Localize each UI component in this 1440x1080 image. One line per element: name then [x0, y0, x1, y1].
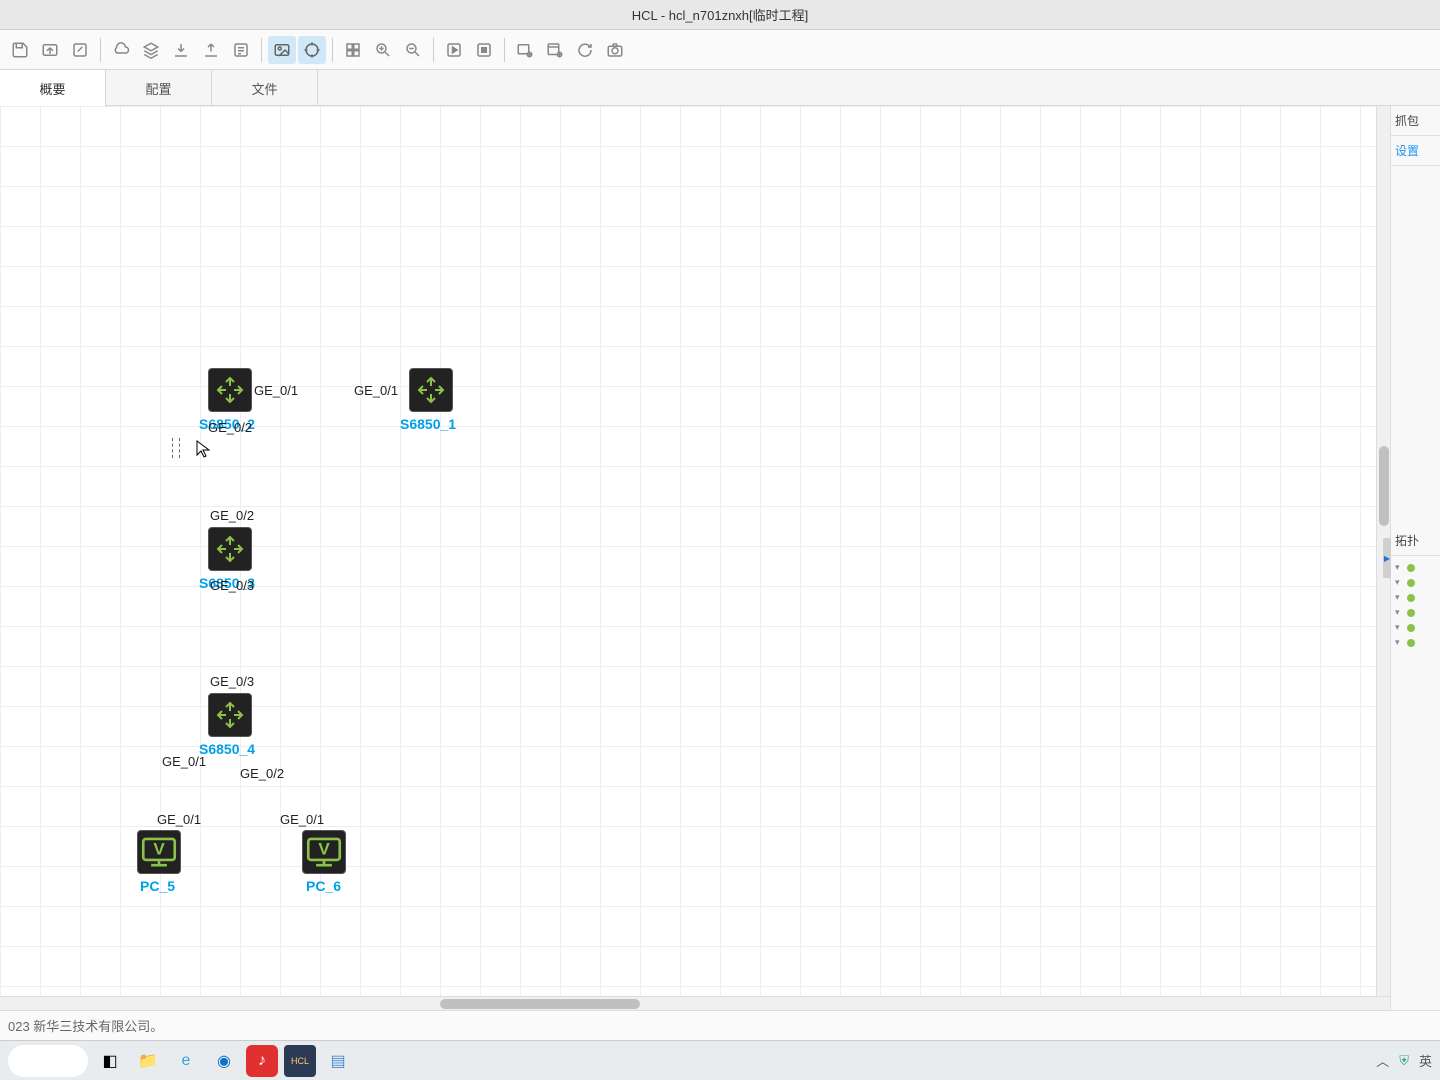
topology-canvas[interactable]: S6850_2 S6850_1 S6850_3 S6850_4 V PC_5 V… [0, 106, 1390, 1010]
port-label: GE_0/1 [162, 754, 206, 769]
horizontal-scrollbar[interactable] [0, 996, 1390, 1010]
switch-s6850-2[interactable] [208, 368, 252, 412]
port-label: GE_0/2 [208, 420, 252, 435]
switch-s6850-4[interactable] [208, 693, 252, 737]
refresh-icon[interactable] [571, 36, 599, 64]
port-label: GE_0/1 [280, 812, 324, 827]
window-title: HCL - hcl_n701znxh[临时工程] [632, 5, 809, 24]
add-panel-icon[interactable] [541, 36, 569, 64]
tree-item[interactable]: ▾ [1395, 620, 1436, 635]
tab-config[interactable]: 配置 [106, 70, 212, 106]
separator [261, 38, 262, 62]
scrollbar-thumb[interactable] [1379, 446, 1389, 526]
side-panel: 抓包 设置 拓扑 ▾ ▾ ▾ ▾ ▾ ▾ [1390, 106, 1440, 1010]
ime-indicator[interactable]: 英 [1419, 1051, 1432, 1070]
taskbar: ◧ 📁 e ◉ ♪ HCL ▤ ︿ ⛨ 英 [0, 1040, 1440, 1080]
export-icon[interactable] [36, 36, 64, 64]
notepad-icon[interactable]: ▤ [322, 1045, 354, 1077]
port-label: GE_0/3 [210, 578, 254, 593]
device-label: S6850_4 [199, 741, 255, 757]
taskview-icon[interactable]: ◧ [94, 1045, 126, 1077]
copyright-text: 023 新华三技术有限公司。 [8, 1016, 163, 1035]
play-icon[interactable] [440, 36, 468, 64]
port-label: GE_0/2 [240, 766, 284, 781]
port-label: GE_0/1 [254, 383, 298, 398]
svg-text:V: V [153, 840, 165, 859]
zoom-in-icon[interactable] [369, 36, 397, 64]
system-tray: ︿ ⛨ 英 [1376, 1051, 1432, 1070]
port-label: GE_0/1 [157, 812, 201, 827]
scrollbar-thumb[interactable] [440, 999, 640, 1009]
edge-legacy-icon[interactable]: e [170, 1045, 202, 1077]
add-window-icon[interactable] [511, 36, 539, 64]
download-icon[interactable] [167, 36, 195, 64]
camera-icon[interactable] [601, 36, 629, 64]
edit-icon[interactable] [66, 36, 94, 64]
grid-icon[interactable] [339, 36, 367, 64]
separator [332, 38, 333, 62]
separator [433, 38, 434, 62]
tree-item[interactable]: ▾ [1395, 590, 1436, 605]
target-icon[interactable] [298, 36, 326, 64]
tree-item[interactable]: ▾ [1395, 560, 1436, 575]
settings-link[interactable]: 设置 [1391, 136, 1440, 166]
file-explorer-icon[interactable]: 📁 [132, 1045, 164, 1077]
layers-icon[interactable] [137, 36, 165, 64]
svg-text:V: V [318, 840, 330, 859]
text-cursor-icon [172, 438, 180, 458]
separator [504, 38, 505, 62]
list-icon[interactable] [227, 36, 255, 64]
device-label: S6850_1 [400, 416, 456, 432]
separator [100, 38, 101, 62]
upload-icon[interactable] [197, 36, 225, 64]
status-bar: 023 新华三技术有限公司。 [0, 1010, 1440, 1040]
switch-s6850-1[interactable] [409, 368, 453, 412]
port-label: GE_0/3 [210, 674, 254, 689]
image-icon[interactable] [268, 36, 296, 64]
tray-expand-icon[interactable]: ︿ [1376, 1051, 1389, 1070]
stop-icon[interactable] [470, 36, 498, 64]
main-toolbar [0, 30, 1440, 70]
topology-panel-header: 拓扑 [1391, 526, 1440, 556]
start-button[interactable] [8, 1045, 88, 1077]
cloud-icon[interactable] [107, 36, 135, 64]
device-label: PC_5 [140, 878, 175, 894]
capture-panel-header: 抓包 [1391, 106, 1440, 136]
panel-collapse-handle[interactable] [1383, 538, 1391, 578]
tree-item[interactable]: ▾ [1395, 635, 1436, 650]
switch-s6850-3[interactable] [208, 527, 252, 571]
tree-item[interactable]: ▾ [1395, 575, 1436, 590]
tree-item[interactable]: ▾ [1395, 605, 1436, 620]
hcl-app-icon[interactable]: HCL [284, 1045, 316, 1077]
link-layer [0, 106, 300, 256]
topology-tree: ▾ ▾ ▾ ▾ ▾ ▾ [1391, 556, 1440, 654]
pc-6[interactable]: V [302, 830, 346, 874]
title-bar: HCL - hcl_n701znxh[临时工程] [0, 0, 1440, 30]
tab-bar: 概要 配置 文件 [0, 70, 1440, 106]
port-label: GE_0/1 [354, 383, 398, 398]
security-icon[interactable]: ⛨ [1399, 1053, 1409, 1069]
device-label: PC_6 [306, 878, 341, 894]
zoom-out-icon[interactable] [399, 36, 427, 64]
tab-file[interactable]: 文件 [212, 70, 318, 106]
pc-5[interactable]: V [137, 830, 181, 874]
port-label: GE_0/2 [210, 508, 254, 523]
main-area: S6850_2 S6850_1 S6850_3 S6850_4 V PC_5 V… [0, 106, 1440, 1010]
edge-icon[interactable]: ◉ [208, 1045, 240, 1077]
netease-music-icon[interactable]: ♪ [246, 1045, 278, 1077]
save-icon[interactable] [6, 36, 34, 64]
tab-summary[interactable]: 概要 [0, 70, 106, 106]
